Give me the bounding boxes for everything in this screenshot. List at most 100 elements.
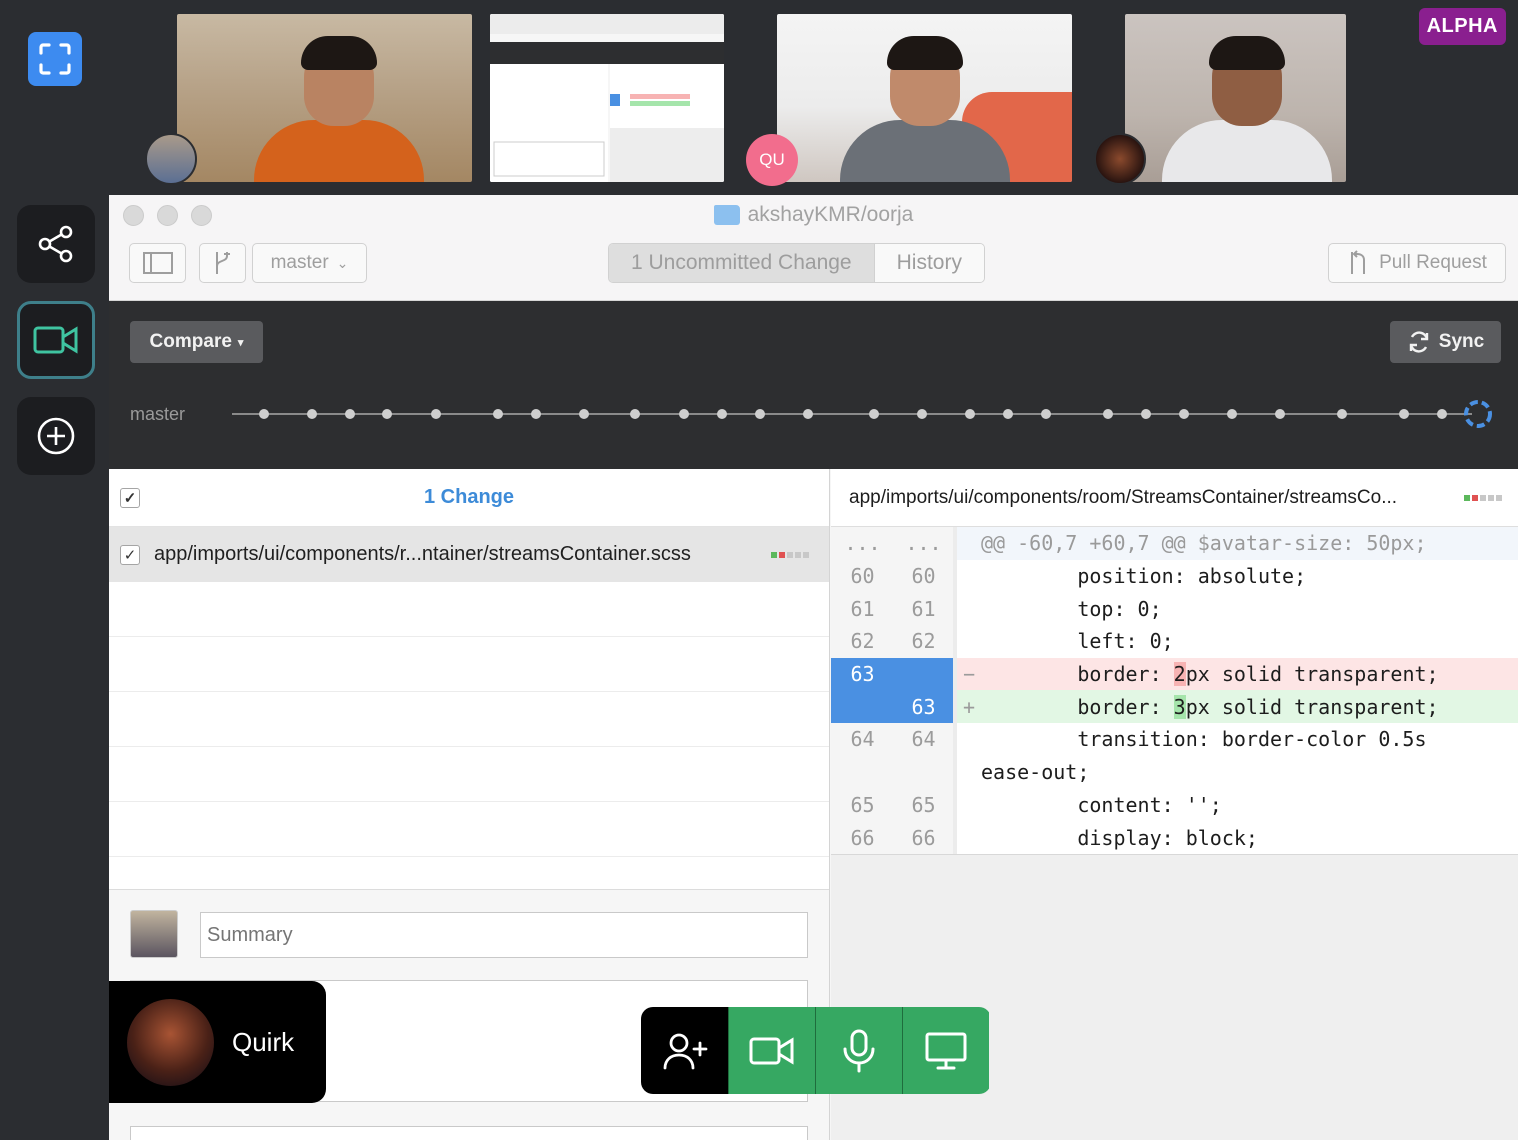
commit-dot[interactable] bbox=[382, 409, 392, 419]
add-user-icon bbox=[663, 1033, 707, 1069]
commit-dot[interactable] bbox=[345, 409, 355, 419]
commit-dot[interactable] bbox=[1179, 409, 1189, 419]
new-line-number: 66 bbox=[894, 821, 957, 854]
diff-line-code: @@ -60,7 +60,7 @@ $avatar-size: 50px; bbox=[981, 531, 1427, 556]
pull-request-button[interactable]: Pull Request bbox=[1328, 243, 1506, 283]
added-marker: + bbox=[962, 694, 976, 719]
commit-dot[interactable] bbox=[630, 409, 640, 419]
speaker-name: Quirk bbox=[232, 1026, 295, 1057]
old-line-number: 62 bbox=[831, 625, 894, 658]
add-user-button[interactable] bbox=[641, 1007, 728, 1094]
add-app-button[interactable] bbox=[17, 397, 95, 475]
diff-line-code: border: 3px solid transparent; bbox=[981, 694, 1439, 719]
pull-request-label: Pull Request bbox=[1379, 252, 1487, 273]
chevron-down-icon: ⌄ bbox=[336, 254, 349, 271]
commit-dot[interactable] bbox=[307, 409, 317, 419]
old-line-number: 64 bbox=[831, 723, 894, 756]
sync-label: Sync bbox=[1438, 331, 1485, 352]
commit-dot[interactable] bbox=[493, 409, 503, 419]
commit-dot[interactable] bbox=[1003, 409, 1013, 419]
commit-dot[interactable] bbox=[965, 409, 975, 419]
video-tile-participant-3[interactable] bbox=[777, 14, 1072, 182]
commit-dot[interactable] bbox=[755, 409, 765, 419]
commit-dot[interactable] bbox=[259, 409, 269, 419]
alpha-badge: ALPHA bbox=[1418, 8, 1506, 45]
commit-dot[interactable] bbox=[917, 409, 927, 419]
list-item bbox=[109, 637, 829, 692]
avatar bbox=[1094, 133, 1146, 185]
diff-line: 63 − border: 2px solid transparent; bbox=[831, 657, 1518, 691]
commit-dot[interactable] bbox=[803, 409, 813, 419]
tab-history[interactable]: History bbox=[873, 244, 984, 282]
commit-dot[interactable] bbox=[1437, 409, 1447, 419]
diff-line-code: content: ''; bbox=[981, 792, 1222, 817]
commit-dot[interactable] bbox=[531, 409, 541, 419]
new-line-number: 60 bbox=[894, 559, 957, 593]
pull-request-icon bbox=[1351, 250, 1366, 274]
fullscreen-button[interactable] bbox=[28, 32, 82, 86]
screen-share-button[interactable] bbox=[902, 1007, 989, 1094]
avatar bbox=[145, 133, 197, 185]
compare-button[interactable]: Compare ▾ bbox=[130, 321, 263, 363]
commit-dot[interactable] bbox=[1227, 409, 1237, 419]
diff-line: 66 66 display: block; bbox=[831, 821, 1518, 854]
active-speaker-card: Quirk bbox=[109, 981, 326, 1103]
branch-select-label: master bbox=[270, 252, 329, 273]
diff-line-code: ease-out; bbox=[981, 760, 1090, 785]
changed-chars-highlight: 2 bbox=[1173, 662, 1186, 687]
new-line-number: 62 bbox=[894, 625, 957, 658]
toggle-sidebar-button[interactable] bbox=[129, 243, 186, 283]
new-line-number: 63 bbox=[894, 690, 957, 724]
sync-button[interactable]: Sync bbox=[1390, 321, 1501, 363]
summary-input[interactable] bbox=[200, 912, 808, 958]
commit-dot[interactable] bbox=[1141, 409, 1151, 419]
diff-line-code: left: 0; bbox=[981, 629, 1174, 654]
commit-dot[interactable] bbox=[1275, 409, 1285, 419]
video-room-button[interactable] bbox=[17, 301, 95, 379]
caret-down-icon: ▾ bbox=[237, 336, 244, 349]
changed-file-row[interactable]: ✓ app/imports/ui/components/r...ntainer/… bbox=[109, 527, 829, 582]
diff-line-code: position: absolute; bbox=[981, 564, 1307, 589]
commit-dot[interactable] bbox=[431, 409, 441, 419]
diff-hunk-header: ... ... @@ -60,7 +60,7 @@ $avatar-size: … bbox=[831, 527, 1518, 560]
repository-title: akshayKMR/oorja bbox=[747, 203, 914, 226]
camera-toggle-button[interactable] bbox=[728, 1007, 815, 1094]
commit-button-area[interactable] bbox=[130, 1126, 808, 1140]
view-tabs: 1 Uncommitted Change History bbox=[608, 243, 985, 283]
commit-dot[interactable] bbox=[717, 409, 727, 419]
diff-line: 64 64 transition: border-color 0.5s bbox=[831, 723, 1518, 756]
code-segment: px solid transparent; bbox=[1185, 662, 1439, 687]
timeline-branch-label: master bbox=[130, 404, 186, 424]
microphone-icon bbox=[843, 1029, 875, 1072]
changed-chars-highlight: 3 bbox=[1173, 694, 1186, 719]
new-line-number: 65 bbox=[894, 788, 957, 822]
microphone-toggle-button[interactable] bbox=[815, 1007, 902, 1094]
video-tile-screen-share[interactable] bbox=[490, 14, 724, 182]
share-icon bbox=[38, 225, 73, 263]
diff-line: 62 62 left: 0; bbox=[831, 625, 1518, 658]
commit-dot[interactable] bbox=[1337, 409, 1347, 419]
participant-initials-badge: QU bbox=[746, 134, 798, 186]
commit-timeline bbox=[232, 400, 1492, 428]
commit-dot[interactable] bbox=[869, 409, 879, 419]
share-button[interactable] bbox=[17, 205, 95, 283]
file-checkbox[interactable]: ✓ bbox=[120, 545, 140, 565]
commit-dot[interactable] bbox=[1041, 409, 1051, 419]
old-line-number: 61 bbox=[831, 592, 894, 626]
commit-dot[interactable] bbox=[1103, 409, 1113, 419]
diff-view: ... ... @@ -60,7 +60,7 @@ $avatar-size: … bbox=[831, 527, 1518, 855]
diff-line: ease-out; bbox=[831, 755, 1518, 789]
video-tile-participant-4[interactable] bbox=[1125, 14, 1346, 182]
video-tile-participant-1[interactable] bbox=[177, 14, 472, 182]
list-item bbox=[109, 747, 829, 802]
commit-dot[interactable] bbox=[1399, 409, 1409, 419]
commit-dot[interactable] bbox=[579, 409, 589, 419]
commit-dot[interactable] bbox=[679, 409, 689, 419]
screen-share-thumbnail bbox=[490, 14, 724, 182]
list-item bbox=[109, 692, 829, 747]
sync-icon bbox=[1409, 331, 1428, 353]
new-branch-button[interactable] bbox=[199, 243, 246, 283]
tab-uncommitted-changes[interactable]: 1 Uncommitted Change bbox=[609, 244, 874, 282]
select-all-checkbox[interactable]: ✓ bbox=[120, 488, 140, 508]
branch-select[interactable]: master ⌄ bbox=[252, 243, 367, 283]
